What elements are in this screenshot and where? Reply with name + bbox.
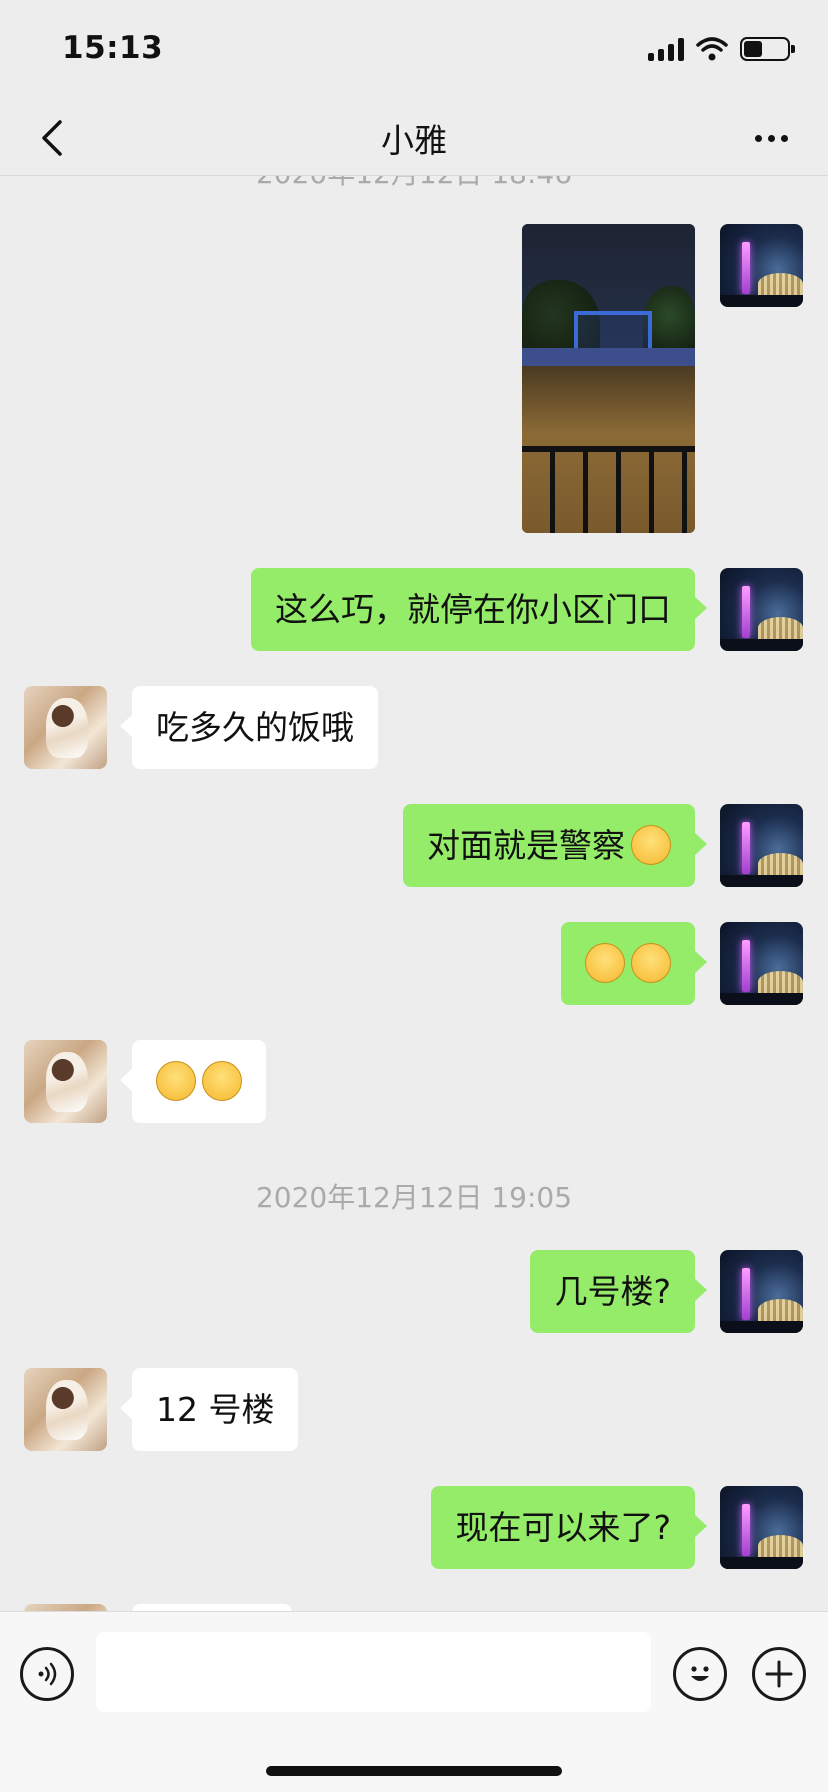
message-input[interactable] <box>96 1632 651 1712</box>
emoji-icon <box>691 1666 709 1681</box>
message-bubble-mine[interactable]: 这么巧，就停在你小区门口 <box>251 568 707 651</box>
smile-emoji-icon <box>631 824 671 865</box>
status-bar: 15:13 <box>0 0 828 100</box>
contact-avatar[interactable] <box>24 1040 107 1123</box>
my-avatar[interactable] <box>720 224 803 307</box>
wifi-icon <box>696 37 728 61</box>
chat-title: 小雅 <box>381 121 447 160</box>
wink-tongue-emoji-icon <box>202 1060 242 1101</box>
status-time: 15:13 <box>62 30 164 66</box>
contact-avatar[interactable] <box>24 1604 107 1611</box>
more-dots-icon <box>754 134 762 142</box>
contact-avatar[interactable] <box>24 686 107 769</box>
contact-avatar[interactable] <box>24 1368 107 1451</box>
timestamp: 2020年12月12日 18:46 <box>0 176 828 192</box>
emoji-button[interactable] <box>673 1647 727 1701</box>
message-bubble-mine[interactable]: 对面就是警察 <box>403 804 707 887</box>
image-message[interactable] <box>522 224 695 533</box>
signal-icon <box>648 37 684 61</box>
message-bubble-theirs[interactable] <box>120 1040 266 1123</box>
message-bubble-mine[interactable]: 现在可以来了? <box>431 1486 707 1569</box>
message-bubble-theirs[interactable] <box>132 1604 292 1611</box>
my-avatar[interactable] <box>720 922 803 1005</box>
thinking-emoji-icon <box>585 942 625 983</box>
input-bar <box>0 1611 828 1792</box>
voice-button[interactable] <box>20 1647 74 1701</box>
message-text: 对面就是警察 <box>427 826 625 865</box>
voice-icon <box>38 1662 57 1686</box>
nav-bar: 小雅 <box>0 100 828 176</box>
message-bubble-mine[interactable] <box>561 922 707 1005</box>
thinking-emoji-icon <box>631 942 671 983</box>
message-bubble-theirs[interactable]: 12 号楼 <box>119 1368 299 1451</box>
battery-icon <box>740 37 795 61</box>
chat-area[interactable]: 2020年12月12日 18:46 这么巧，就停在你小区门口 吃多久的饭哦 对面… <box>0 176 828 1611</box>
my-avatar[interactable] <box>720 1486 803 1569</box>
my-avatar[interactable] <box>720 1250 803 1333</box>
status-icons <box>648 34 795 64</box>
message-bubble-mine[interactable]: 几号楼? <box>530 1250 707 1333</box>
my-avatar[interactable] <box>720 804 803 887</box>
wink-tongue-emoji-icon <box>156 1060 196 1101</box>
timestamp: 2020年12月12日 19:05 <box>255 1181 573 1214</box>
my-avatar[interactable] <box>720 568 803 651</box>
plus-icon <box>765 1660 793 1688</box>
more-functions-button[interactable] <box>752 1647 806 1701</box>
home-indicator <box>266 1766 562 1776</box>
more-options-button[interactable] <box>736 108 806 168</box>
message-bubble-theirs[interactable]: 吃多久的饭哦 <box>120 686 378 769</box>
